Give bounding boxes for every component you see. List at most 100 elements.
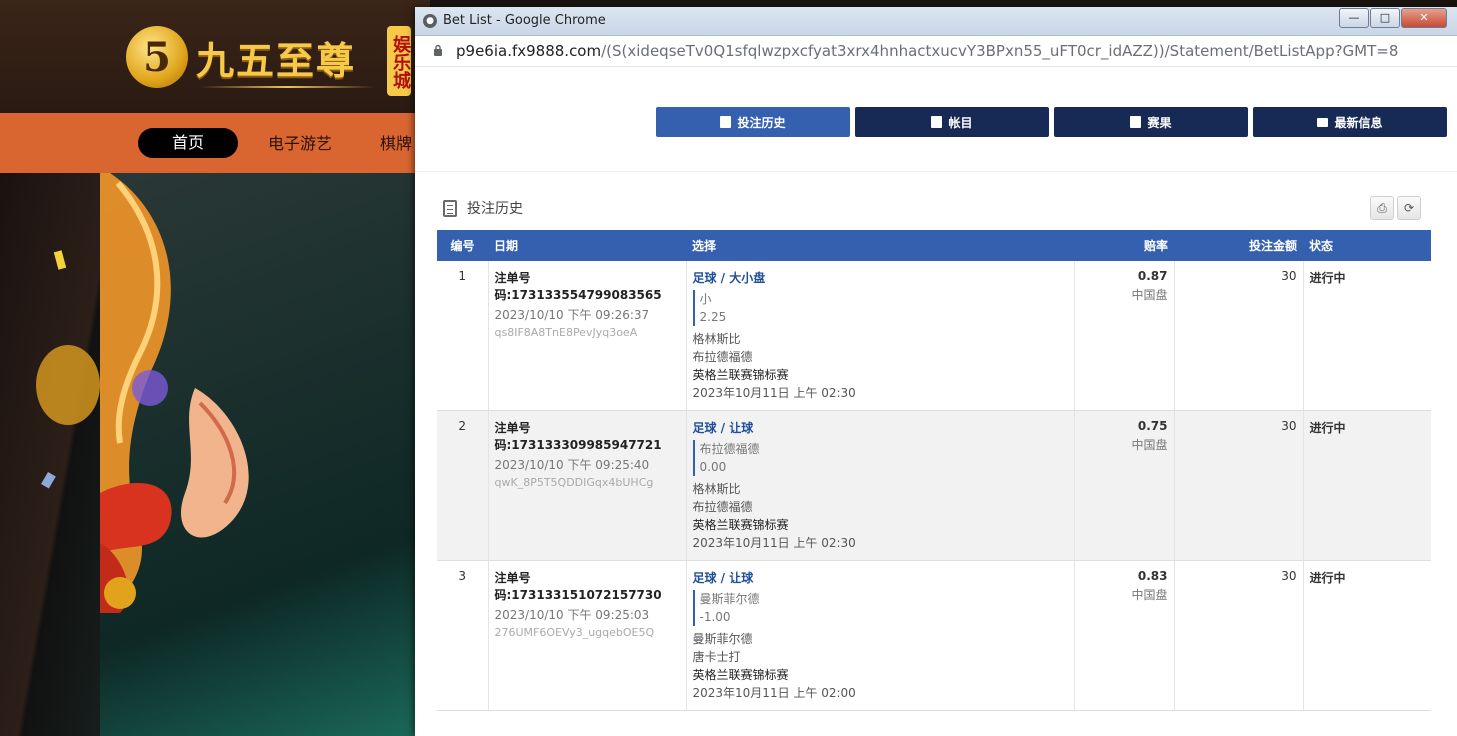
bet-date: 2023/10/10 下午 09:26:37 [494,308,650,322]
close-button[interactable]: ✕ [1401,8,1447,28]
minimize-button[interactable]: — [1339,8,1369,28]
col-header-status: 状态 [1303,230,1431,261]
chrome-icon: ● [423,14,437,28]
bet-odds-cell: 0.83 中国盘 [1074,560,1175,711]
bet-code: qwK_8P5T5QDDIGqx4bUHCg [494,476,654,489]
away-team: 布拉德福德 [692,350,753,364]
kickoff-time: 2023年10月11日 上午 02:30 [692,386,856,400]
stake-amount: 30 [1174,410,1304,561]
bet-number: 2 [437,410,489,561]
bet-pick-box: 小 2.25 [692,290,1068,326]
address-bar[interactable]: p9e6ia.fx9888.com/(S(xideqseTv0Q1sfqlwzp… [415,36,1457,67]
league: 英格兰联赛锦标赛 [692,518,789,532]
tab-statement[interactable]: 帐目 [855,107,1049,137]
col-header-date: 日期 [488,230,686,261]
print-button[interactable]: ⎙ [1370,196,1394,220]
home-team: 格林斯比 [692,482,741,496]
bet-market: 足球 / 让球 [692,421,754,435]
tab-results[interactable]: 赛果 [1054,107,1248,137]
bet-selection-cell: 足球 / 让球 曼斯菲尔德 -1.00 曼斯菲尔德 唐卡士打 英格兰联赛锦标赛 … [686,560,1075,711]
col-header-selection: 选择 [686,230,1074,261]
tab-label: 赛果 [1147,115,1172,130]
bet-ref: 注单号码:173133309985947721 [494,421,662,452]
top-tabs: 投注历史 帐目 赛果 最新信息 [656,107,1447,137]
bet-odds-cell: 0.87 中国盘 [1074,261,1175,411]
clipboard-icon [720,116,732,128]
bet-date-cell: 注单号码:173133554799083565 2023/10/10 下午 09… [488,261,687,411]
window-titlebar[interactable]: ● Bet List - Google Chrome — □ ✕ [415,7,1457,36]
odds-value: 0.75 [1137,419,1168,433]
url-path: /(S(xideqseTv0Q1sfqlwzpxcfyat3xrx4hnhact… [601,42,1399,60]
away-team: 唐卡士打 [692,650,741,664]
tab-bet-history[interactable]: 投注历史 [656,107,850,137]
logo-ornament [200,86,375,88]
bet-pick: 小 [699,292,712,306]
nav-item-electronic-games[interactable]: 电子游艺 [268,129,332,159]
logo-coin-icon: 5 [126,26,188,88]
window-title: Bet List - Google Chrome [443,13,606,28]
bet-line: 2.25 [699,310,727,324]
section-header: 投注历史 [443,198,523,218]
section-title: 投注历史 [467,201,523,217]
bet-ref: 注单号码:173133554799083565 [494,271,662,302]
home-team: 曼斯菲尔德 [692,632,753,646]
bet-pick-box: 曼斯菲尔德 -1.00 [692,590,1068,626]
nav-item-home[interactable]: 首页 [138,128,238,158]
url-text[interactable]: p9e6ia.fx9888.com/(S(xideqseTv0Q1sfqlwzp… [456,42,1398,60]
bet-table: 编号 日期 选择 赔率 投注金额 状态 1 注单号码:1731335547990… [437,230,1431,711]
bet-line: -1.00 [699,610,731,624]
background-casino-site: 5 九五至尊 娱乐城 首页 电子游艺 棋牌 [0,0,430,736]
maximize-button[interactable]: □ [1370,8,1400,28]
col-header-no: 编号 [437,230,488,261]
bet-market: 足球 / 让球 [692,571,754,585]
home-team: 格林斯比 [692,332,741,346]
site-logo-text: 九五至尊 [196,38,357,83]
league: 英格兰联赛锦标赛 [692,368,789,382]
chrome-window: ● Bet List - Google Chrome — □ ✕ p9e6ia.… [415,7,1457,736]
status-badge: 进行中 [1303,560,1431,711]
bet-code: 276UMF6OEVy3_ugqebOE5Q [494,626,655,639]
bet-date: 2023/10/10 下午 09:25:03 [494,608,650,622]
bet-ref: 注单号码:173133151072157730 [494,571,662,602]
odds-type: 中国盘 [1131,588,1168,602]
tab-label: 最新信息 [1334,115,1383,130]
bet-number: 1 [437,261,489,411]
bet-odds-cell: 0.75 中国盘 [1074,410,1175,561]
odds-value: 0.87 [1137,269,1168,283]
bet-number: 3 [437,560,489,711]
refresh-button[interactable]: ⟳ [1397,196,1421,220]
nav-item-chess-cards[interactable]: 棋牌 [380,129,412,159]
bet-market: 足球 / 大小盘 [692,271,766,285]
clipboard-icon [443,199,457,217]
divider [415,171,1457,172]
dragon-koi-artwork [36,173,249,613]
bet-date-cell: 注单号码:173133309985947721 2023/10/10 下午 09… [488,410,687,561]
tab-label: 帐目 [948,115,973,130]
table-header-row: 编号 日期 选择 赔率 投注金额 状态 [437,230,1431,261]
status-badge: 进行中 [1303,261,1431,411]
tab-latest-news[interactable]: 最新信息 [1253,107,1447,137]
odds-type: 中国盘 [1131,438,1168,452]
toolbar: ⎙ ⟳ [1370,196,1421,220]
window-controls: — □ ✕ [1339,8,1447,28]
tab-label: 投注历史 [737,115,786,130]
results-icon [1130,116,1142,128]
hero-banner [0,173,430,736]
bet-line: 0.00 [699,460,727,474]
bet-date-cell: 注单号码:173133151072157730 2023/10/10 下午 09… [488,560,687,711]
bet-pick: 布拉德福德 [699,442,760,456]
table-row: 1 注单号码:173133554799083565 2023/10/10 下午 … [437,261,1431,411]
bet-selection-cell: 足球 / 大小盘 小 2.25 格林斯比 布拉德福德 英格兰联赛锦标赛 2023… [686,261,1075,411]
kickoff-time: 2023年10月11日 上午 02:30 [692,536,856,550]
bet-date: 2023/10/10 下午 09:25:40 [494,458,650,472]
lock-icon [434,44,442,56]
col-header-odds: 赔率 [1074,230,1174,261]
odds-value: 0.83 [1137,569,1168,583]
stake-amount: 30 [1174,261,1304,411]
stake-amount: 30 [1174,560,1304,711]
bet-list-page: 投注历史 帐目 赛果 最新信息 投注历史 ⎙ ⟳ 编号 日期 选择 赔率 投注金… [415,67,1457,736]
col-header-stake: 投注金额 [1174,230,1303,261]
away-team: 布拉德福德 [692,500,753,514]
league: 英格兰联赛锦标赛 [692,668,789,682]
table-row: 2 注单号码:173133309985947721 2023/10/10 下午 … [437,410,1431,561]
